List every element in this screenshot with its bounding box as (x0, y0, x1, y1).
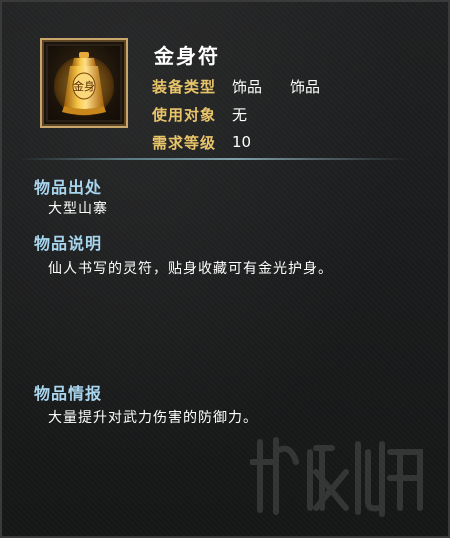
icon-glyph: 金身 (73, 79, 95, 93)
item-tooltip-panel: 金身 金身符 装备类型 饰品 饰品 使用对象 无 需求等级 10 物品出处 大型… (0, 0, 450, 538)
header-divider (20, 158, 410, 160)
section-text-description: 仙人书写的灵符，贴身收藏可有金光护身。 (48, 261, 333, 277)
attr-value: 饰品 (232, 77, 263, 96)
attr-row-target: 使用对象 无 (152, 102, 247, 126)
golden-talisman-icon: 金身 (48, 46, 120, 120)
section-title-info: 物品情报 (34, 384, 103, 403)
section-title-description: 物品说明 (34, 234, 103, 253)
attr-value: 无 (232, 105, 248, 124)
attr-row-equip-type: 装备类型 饰品 饰品 (152, 74, 320, 98)
item-name: 金身符 (154, 44, 220, 68)
attr-label: 需求等级 (152, 133, 217, 152)
section-text-info: 大量提升对武力伤害的防御力。 (48, 410, 258, 426)
attr-value-secondary: 饰品 (290, 77, 321, 96)
section-title-source: 物品出处 (34, 178, 103, 197)
section-text-source: 大型山寨 (48, 201, 108, 217)
item-icon-frame: 金身 (40, 38, 128, 128)
attr-row-level: 需求等级 10 (152, 130, 251, 154)
watermark-logo (250, 437, 423, 517)
attr-label: 使用对象 (152, 105, 217, 124)
attr-value: 10 (232, 133, 252, 151)
attr-label: 装备类型 (152, 77, 217, 96)
